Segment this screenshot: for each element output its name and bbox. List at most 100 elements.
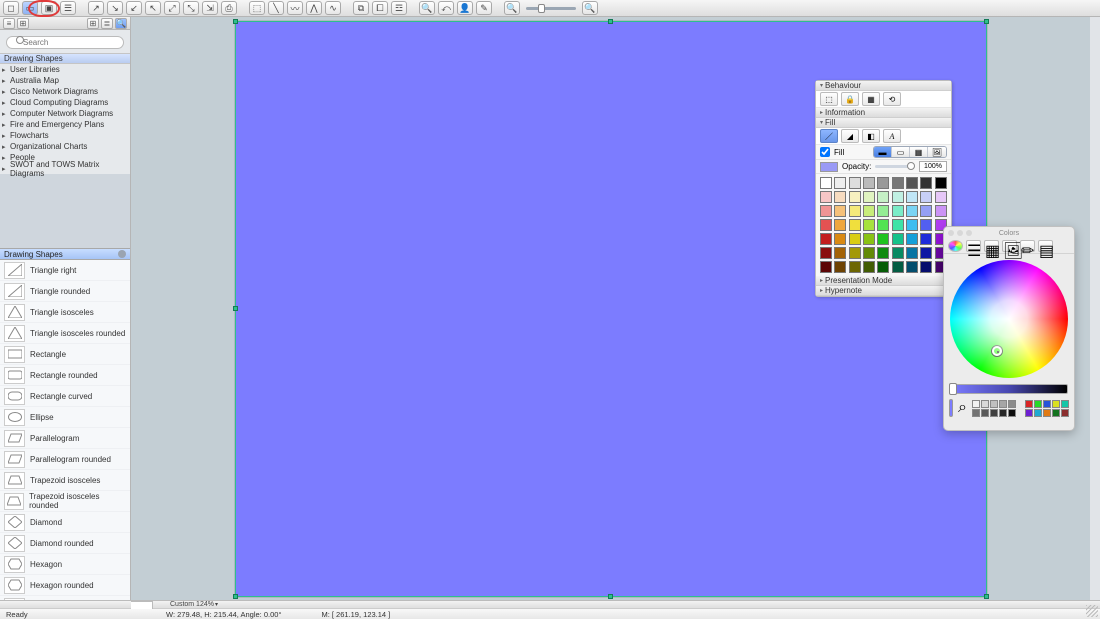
mini-swatch[interactable] — [1025, 409, 1033, 417]
fill-tab-fill[interactable]: ◢ — [841, 129, 859, 143]
left-tab-list[interactable]: ≡ — [3, 18, 15, 29]
tool-group-2[interactable]: ⧠ — [372, 1, 388, 15]
tool-conn-6[interactable]: ⤡ — [183, 1, 199, 15]
tool-conn-3[interactable]: ↙ — [126, 1, 142, 15]
tool-poly[interactable]: ⋀ — [306, 1, 322, 15]
palette-swatch[interactable] — [920, 219, 932, 231]
library-item[interactable]: Flowcharts — [0, 130, 130, 141]
tool-undo[interactable]: ⤺ — [438, 1, 454, 15]
shape-item[interactable]: Hexagon rounded — [0, 575, 130, 596]
palette-swatch[interactable] — [834, 233, 846, 245]
tool-edit[interactable]: ✎ — [476, 1, 492, 15]
palette-swatch[interactable] — [892, 191, 904, 203]
palette-swatch[interactable] — [935, 191, 947, 203]
resize-handle-br[interactable] — [984, 594, 989, 599]
brightness-slider[interactable] — [950, 384, 1068, 394]
section-behaviour[interactable]: Behaviour — [816, 81, 951, 91]
cp-tab-palettes[interactable]: ▦ — [984, 240, 999, 252]
shape-item[interactable]: Diamond rounded — [0, 533, 130, 554]
shape-item[interactable]: Triangle isosceles rounded — [0, 323, 130, 344]
section-hypernote[interactable]: Hypernote — [816, 286, 951, 296]
palette-swatch[interactable] — [834, 191, 846, 203]
library-item[interactable]: SWOT and TOWS Matrix Diagrams — [0, 163, 130, 174]
fill-type-gradient[interactable]: ▭ — [892, 147, 910, 157]
palette-swatch[interactable] — [877, 233, 889, 245]
palette-swatch[interactable] — [820, 191, 832, 203]
palette-swatch[interactable] — [834, 247, 846, 259]
palette-swatch[interactable] — [820, 247, 832, 259]
palette-swatch[interactable] — [920, 177, 932, 189]
mini-swatch[interactable] — [1043, 400, 1051, 408]
mini-swatch[interactable] — [1008, 409, 1016, 417]
shape-item[interactable]: Rectangle rounded — [0, 365, 130, 386]
palette-swatch[interactable] — [906, 233, 918, 245]
mini-swatch[interactable] — [972, 400, 980, 408]
shape-item[interactable]: Trapezoid isosceles — [0, 470, 130, 491]
palette-swatch[interactable] — [849, 233, 861, 245]
mini-swatch[interactable] — [972, 409, 980, 417]
shape-item[interactable]: Diamond — [0, 512, 130, 533]
tool-curve[interactable]: 〰 — [287, 1, 303, 15]
tool-line[interactable]: ╲ — [268, 1, 284, 15]
section-presentation[interactable]: Presentation Mode — [816, 276, 951, 286]
tool-conn-8[interactable]: ⎙ — [221, 1, 237, 15]
palette-swatch[interactable] — [920, 261, 932, 273]
left-tab-compact[interactable]: ≣ — [101, 18, 113, 29]
behaviour-tab-1[interactable]: ⬚ — [820, 92, 838, 106]
palette-swatch[interactable] — [834, 177, 846, 189]
vertical-scrollbar[interactable] — [1090, 17, 1100, 600]
shape-item[interactable]: Hexagon — [0, 554, 130, 575]
mini-swatch[interactable] — [999, 409, 1007, 417]
palette-swatch[interactable] — [906, 247, 918, 259]
palette-swatch[interactable] — [863, 247, 875, 259]
palette-swatch[interactable] — [820, 261, 832, 273]
library-item[interactable]: Organizational Charts — [0, 141, 130, 152]
tool-conn-1[interactable]: ↗ — [88, 1, 104, 15]
palette-swatch[interactable] — [849, 177, 861, 189]
palette-swatch[interactable] — [906, 191, 918, 203]
behaviour-tab-4[interactable]: ⟲ — [883, 92, 901, 106]
resize-handle-tm[interactable] — [608, 19, 613, 24]
cp-tab-crayons[interactable]: ✏ — [1020, 240, 1035, 252]
fill-type-image[interactable]: 🖼 — [928, 147, 946, 157]
palette-swatch[interactable] — [863, 177, 875, 189]
mini-swatch[interactable] — [1025, 400, 1033, 408]
tool-group-1[interactable]: ⧉ — [353, 1, 369, 15]
mini-swatch[interactable] — [990, 409, 998, 417]
color-wheel[interactable] — [950, 260, 1068, 378]
zoom-menu-icon[interactable]: ▾ — [215, 601, 218, 608]
palette-swatch[interactable] — [906, 219, 918, 231]
tool-3[interactable]: ▣ — [41, 1, 57, 15]
eyedropper-icon[interactable]: ⌕ — [958, 401, 967, 415]
palette-swatch[interactable] — [834, 219, 846, 231]
tool-conn-7[interactable]: ⇲ — [202, 1, 218, 15]
section-information[interactable]: Information — [816, 108, 951, 118]
left-tab-tiles[interactable]: ⊞ — [87, 18, 99, 29]
library-item[interactable]: User Libraries — [0, 64, 130, 75]
library-item[interactable]: Fire and Emergency Plans — [0, 119, 130, 130]
page-tab[interactable] — [131, 601, 153, 609]
palette-swatch[interactable] — [920, 247, 932, 259]
left-tab-grid[interactable]: ⊞ — [17, 18, 29, 29]
fill-type-pattern[interactable]: ▦ — [910, 147, 928, 157]
palette-swatch[interactable] — [820, 205, 832, 217]
palette-swatch[interactable] — [935, 177, 947, 189]
palette-swatch[interactable] — [906, 205, 918, 217]
palette-swatch[interactable] — [877, 177, 889, 189]
mini-swatch[interactable] — [990, 400, 998, 408]
tool-select[interactable]: ⬚ — [249, 1, 265, 15]
resize-handle-bl[interactable] — [233, 594, 238, 599]
palette-swatch[interactable] — [849, 191, 861, 203]
fill-tab-stroke[interactable]: ／ — [820, 129, 838, 143]
color-picker-window[interactable]: Colors ☰ ▦ 🖼 ✏ ▤ ⌕ — [943, 226, 1075, 431]
cp-tab-wheel[interactable] — [948, 240, 963, 252]
tool-user[interactable]: 👤 — [457, 1, 473, 15]
palette-swatch[interactable] — [906, 177, 918, 189]
color-picker-titlebar[interactable]: Colors — [944, 227, 1074, 239]
shape-item[interactable]: Triangle rounded — [0, 281, 130, 302]
palette-swatch[interactable] — [877, 205, 889, 217]
palette-swatch[interactable] — [863, 261, 875, 273]
shape-item[interactable]: Trapezoid isosceles rounded — [0, 491, 130, 512]
library-item[interactable]: Cloud Computing Diagrams — [0, 97, 130, 108]
shape-item[interactable]: Parallelogram rounded — [0, 449, 130, 470]
